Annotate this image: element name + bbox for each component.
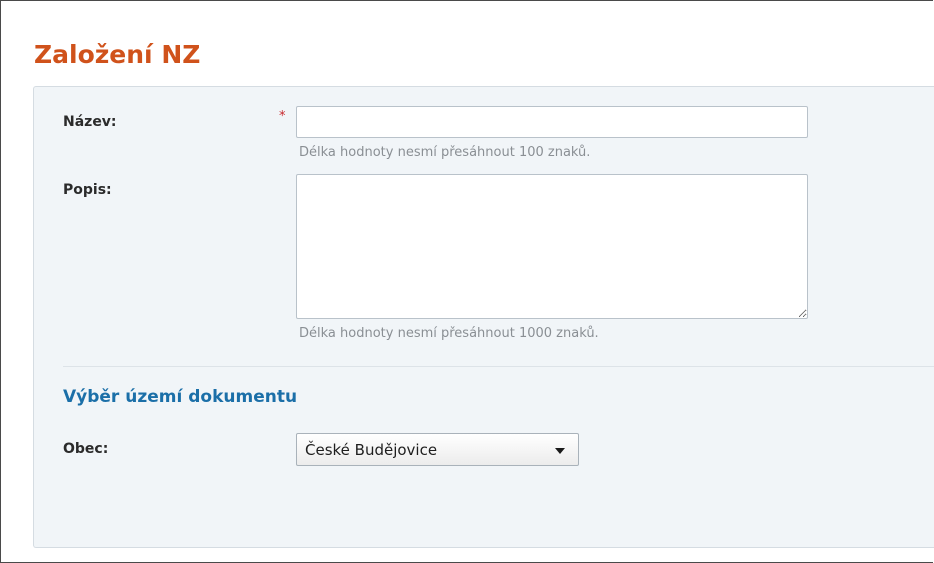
municipality-label: Obec: xyxy=(63,441,109,457)
description-textarea[interactable] xyxy=(296,174,808,319)
municipality-select[interactable]: České Budějovice xyxy=(296,433,579,466)
chevron-down-icon xyxy=(555,448,565,454)
municipality-selected-value: České Budějovice xyxy=(305,441,438,459)
name-label: Název: xyxy=(63,114,117,130)
required-marker: * xyxy=(279,109,286,124)
section-divider xyxy=(63,366,934,367)
territory-section-heading: Výběr území dokumentu xyxy=(63,387,298,407)
name-input[interactable] xyxy=(296,106,808,138)
description-length-hint: Délka hodnoty nesmí přesáhnout 1000 znak… xyxy=(299,326,599,341)
name-length-hint: Délka hodnoty nesmí přesáhnout 100 znaků… xyxy=(299,145,591,160)
description-label: Popis: xyxy=(63,182,112,198)
page-title: Založení NZ xyxy=(34,40,201,69)
